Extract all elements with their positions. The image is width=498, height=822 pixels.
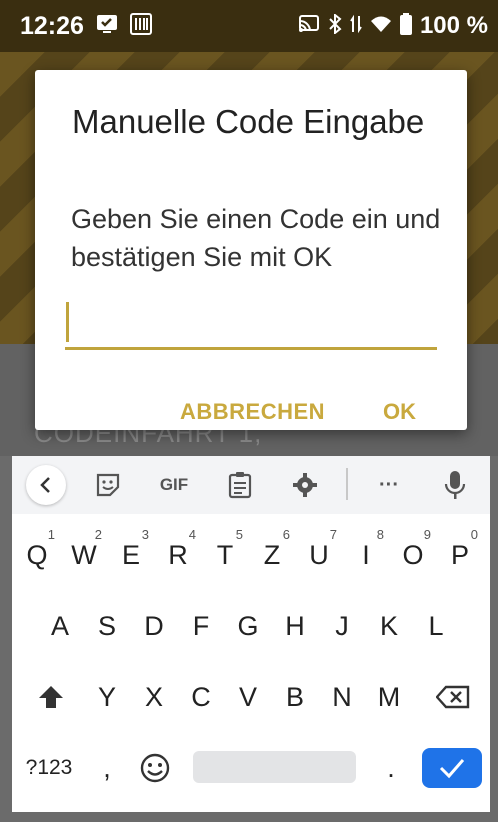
notification-check-icon (96, 14, 118, 39)
key-i[interactable]: I8 (343, 525, 389, 585)
key-u[interactable]: U7 (296, 525, 342, 585)
bluetooth-icon (328, 12, 342, 39)
data-arrows-icon (350, 14, 362, 39)
key-m[interactable]: M (366, 667, 412, 727)
shift-key[interactable] (26, 667, 76, 727)
key-e[interactable]: E3 (108, 525, 154, 585)
key-p[interactable]: P0 (437, 525, 483, 585)
code-entry-dialog: Manuelle Code Eingabe Geben Sie einen Co… (35, 70, 467, 430)
key-b[interactable]: B (272, 667, 318, 727)
code-input[interactable] (65, 298, 437, 350)
key-l[interactable]: L (413, 596, 459, 656)
key-r[interactable]: R4 (155, 525, 201, 585)
toolbar-divider (346, 468, 348, 500)
emoji-icon (140, 753, 170, 783)
key-w[interactable]: W2 (61, 525, 107, 585)
cast-icon (298, 14, 320, 38)
key-k[interactable]: K (366, 596, 412, 656)
period-key[interactable]: . (368, 738, 414, 798)
ok-button[interactable]: OK (383, 399, 416, 425)
key-g[interactable]: G (225, 596, 271, 656)
phone-screen: 12:26 100 % CODEINFAHRT 1, Manuelle Code… (0, 0, 498, 822)
on-screen-keyboard: GIF ··· Q1 W2 E3 R4 T5 Z6 U7 I8 O9 P0 A … (12, 456, 490, 812)
key-z[interactable]: Z6 (249, 525, 295, 585)
backspace-icon (436, 685, 470, 709)
backspace-key[interactable] (426, 667, 480, 727)
checkmark-icon (439, 759, 465, 779)
key-o[interactable]: O9 (390, 525, 436, 585)
back-icon[interactable] (26, 465, 66, 505)
key-f[interactable]: F (178, 596, 224, 656)
shift-icon (39, 686, 63, 708)
key-d[interactable]: D (131, 596, 177, 656)
battery-percentage: 100 % (419, 12, 488, 39)
key-s[interactable]: S (84, 596, 130, 656)
key-t[interactable]: T5 (202, 525, 248, 585)
wifi-icon (370, 15, 392, 38)
clipboard-icon[interactable] (220, 465, 260, 505)
space-key[interactable] (193, 751, 356, 783)
dialog-title: Manuelle Code Eingabe (72, 103, 425, 140)
key-j[interactable]: J (319, 596, 365, 656)
dialog-message: Geben Sie einen Code ein und bestätigen … (71, 204, 441, 272)
more-icon[interactable]: ··· (369, 465, 409, 505)
enter-key[interactable] (422, 748, 482, 788)
key-n[interactable]: N (319, 667, 365, 727)
emoji-key[interactable] (132, 738, 178, 798)
keyboard-keys: Q1 W2 E3 R4 T5 Z6 U7 I8 O9 P0 A S D F G … (12, 514, 490, 812)
key-q[interactable]: Q1 (14, 525, 60, 585)
battery-icon (399, 12, 412, 40)
comma-key[interactable]: , (86, 738, 128, 798)
status-icons: 100 % (298, 12, 488, 40)
mic-icon[interactable] (435, 465, 475, 505)
gear-icon[interactable] (285, 465, 325, 505)
keyboard-toolbar: GIF ··· (12, 456, 490, 514)
sticker-icon[interactable] (88, 465, 128, 505)
key-a[interactable]: A (37, 596, 83, 656)
status-bar: 12:26 100 % (0, 0, 498, 52)
text-cursor (66, 302, 69, 342)
key-h[interactable]: H (272, 596, 318, 656)
gif-button[interactable]: GIF (154, 465, 194, 505)
key-c[interactable]: C (178, 667, 224, 727)
key-y[interactable]: Y (84, 667, 130, 727)
key-x[interactable]: X (131, 667, 177, 727)
cancel-button[interactable]: ABBRECHEN (180, 399, 325, 425)
status-time: 12:26 (20, 11, 84, 40)
symbols-key[interactable]: ?123 (18, 738, 80, 798)
key-v[interactable]: V (225, 667, 271, 727)
barcode-icon (129, 12, 152, 40)
